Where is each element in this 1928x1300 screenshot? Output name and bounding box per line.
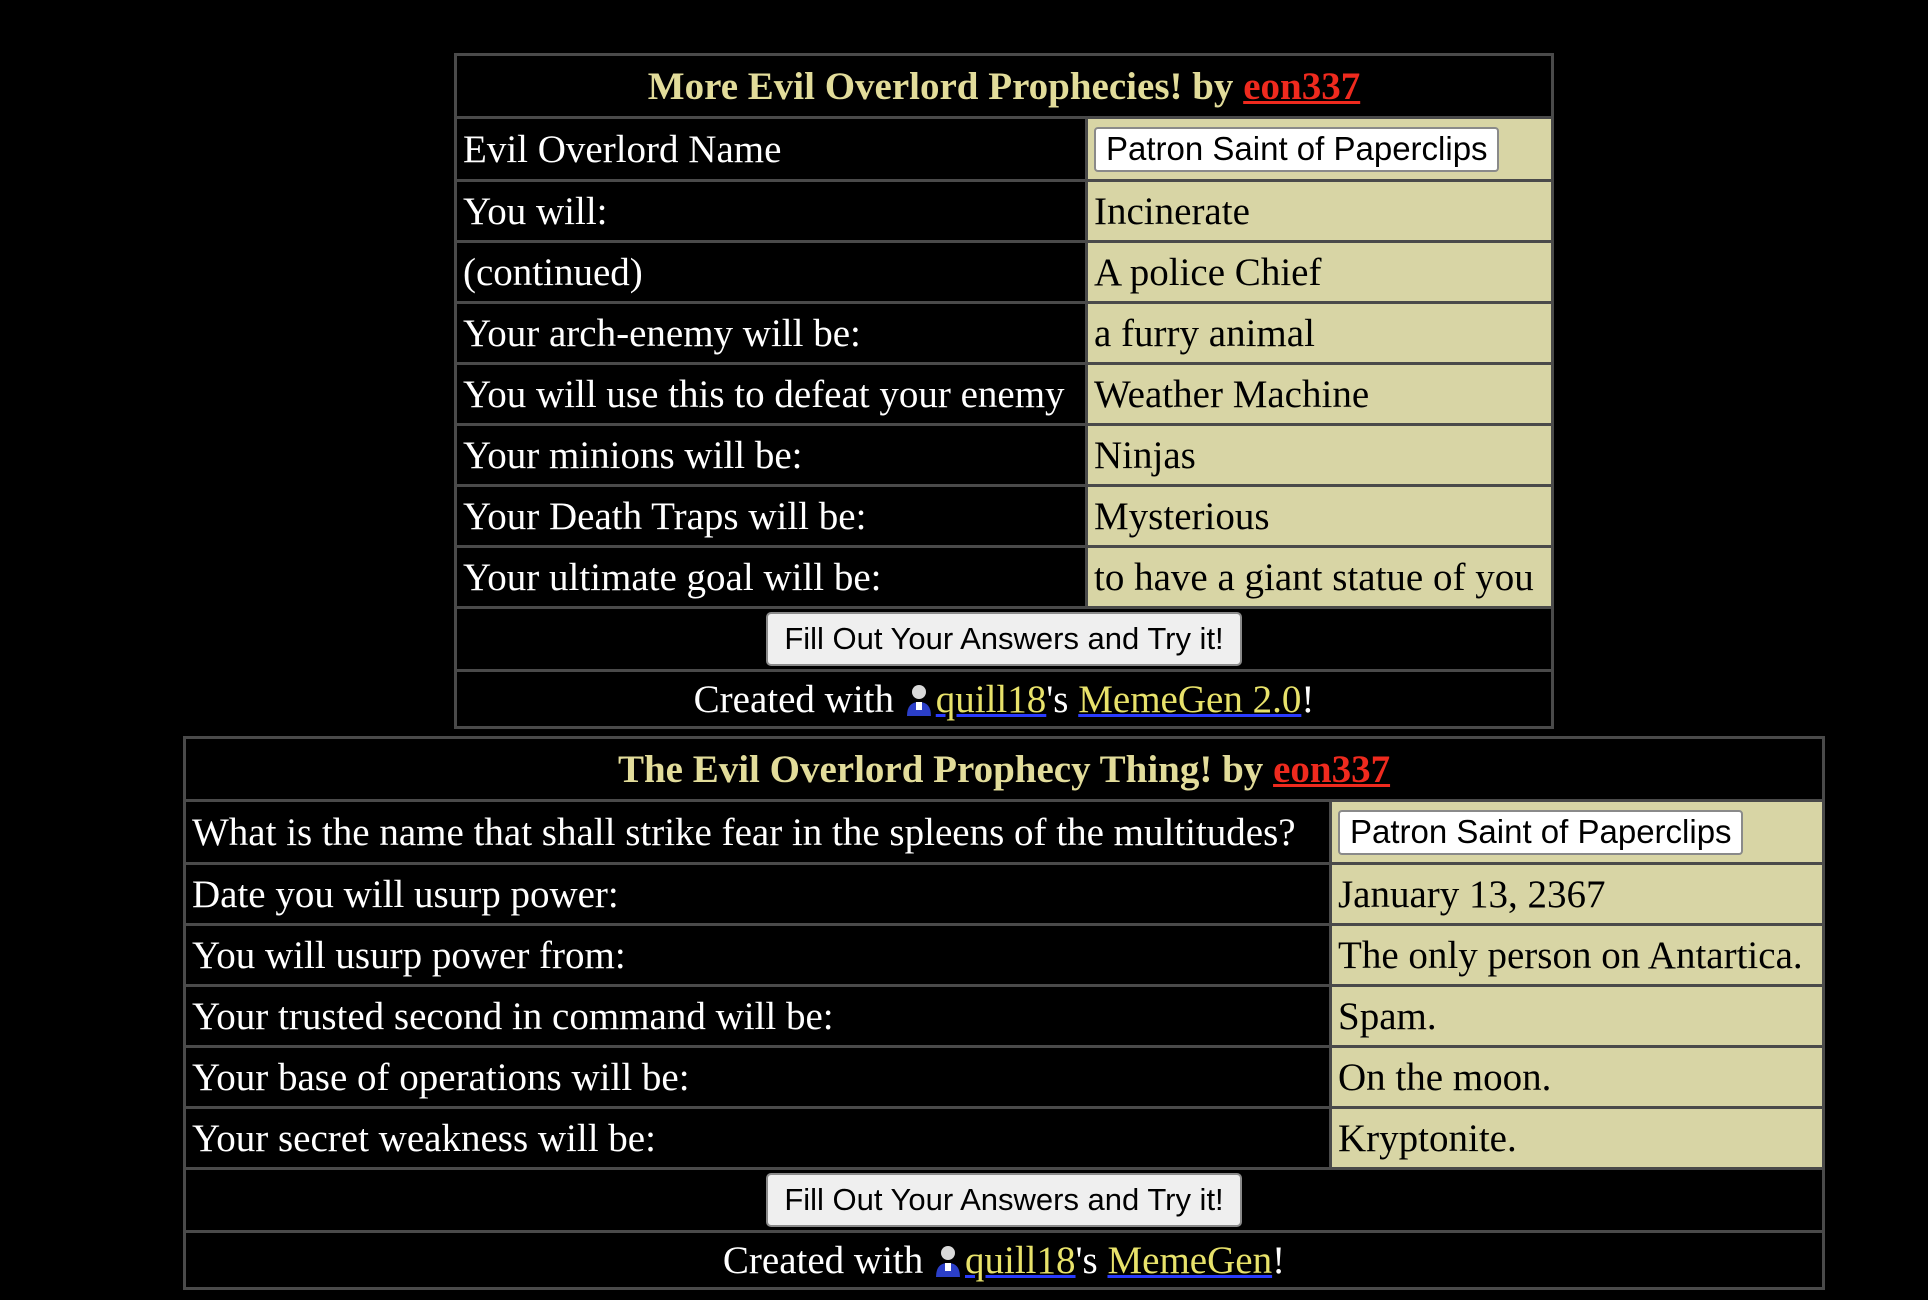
- field-label: Your arch-enemy will be:: [454, 301, 1088, 365]
- field-value: Mysterious: [1085, 484, 1554, 548]
- overlord-name-input[interactable]: [1094, 126, 1499, 172]
- field-label: Your minions will be:: [454, 423, 1088, 487]
- field-value: Weather Machine: [1085, 362, 1554, 426]
- field-value: a furry animal: [1085, 301, 1554, 365]
- field-label: You will use this to defeat your enemy: [454, 362, 1088, 426]
- try-it-button[interactable]: Fill Out Your Answers and Try it!: [766, 612, 1242, 666]
- credit-line: Created with quill18's MemeGen 2.0!: [454, 669, 1554, 729]
- meme-title: The Evil Overlord Prophecy Thing! by eon…: [183, 736, 1825, 802]
- meme-title-text: The Evil Overlord Prophecy Thing! by: [617, 747, 1274, 791]
- field-label: Your ultimate goal will be:: [454, 545, 1088, 609]
- memegen-link[interactable]: MemeGen: [1107, 1239, 1272, 1282]
- field-label: Date you will usurp power:: [183, 862, 1332, 926]
- button-row: Fill Out Your Answers and Try it!: [454, 606, 1554, 672]
- user-link[interactable]: quill18: [965, 1239, 1076, 1282]
- credit-prefix: Created with: [722, 1238, 933, 1282]
- field-label: Your base of operations will be:: [183, 1045, 1332, 1109]
- field-label: You will usurp power from:: [183, 923, 1332, 987]
- credit-line: Created with quill18's MemeGen!: [183, 1230, 1825, 1290]
- field-value: Ninjas: [1085, 423, 1554, 487]
- field-value: to have a giant statue of you: [1085, 545, 1554, 609]
- credit-suffix: !: [1272, 1238, 1286, 1282]
- field-value: On the moon.: [1329, 1045, 1825, 1109]
- field-label: Your secret weakness will be:: [183, 1106, 1332, 1170]
- field-label: Your trusted second in command will be:: [183, 984, 1332, 1048]
- credit-possessive: 's: [1046, 677, 1079, 721]
- meme-table-2: The Evil Overlord Prophecy Thing! by eon…: [183, 736, 1825, 1290]
- field-value: Incinerate: [1085, 179, 1554, 243]
- try-it-button[interactable]: Fill Out Your Answers and Try it!: [766, 1173, 1242, 1227]
- credit-prefix: Created with: [693, 677, 904, 721]
- field-value: Spam.: [1329, 984, 1825, 1048]
- author-link[interactable]: eon337: [1243, 65, 1360, 108]
- credit-suffix: !: [1301, 677, 1315, 721]
- button-row: Fill Out Your Answers and Try it!: [183, 1167, 1825, 1233]
- user-avatar-icon: [904, 682, 934, 716]
- field-value: January 13, 2367: [1329, 862, 1825, 926]
- meme-table-1: More Evil Overlord Prophecies! by eon337…: [454, 53, 1554, 729]
- field-value: The only person on Antartica.: [1329, 923, 1825, 987]
- field-label: What is the name that shall strike fear …: [183, 799, 1332, 865]
- meme-title-text: More Evil Overlord Prophecies! by: [647, 64, 1244, 108]
- credit-possessive: 's: [1075, 1238, 1108, 1282]
- meme-title: More Evil Overlord Prophecies! by eon337: [454, 53, 1554, 119]
- field-label: Your Death Traps will be:: [454, 484, 1088, 548]
- field-label: You will:: [454, 179, 1088, 243]
- author-link[interactable]: eon337: [1273, 748, 1390, 791]
- field-value: [1329, 799, 1825, 865]
- user-avatar-icon: [933, 1243, 963, 1277]
- field-value: [1085, 116, 1554, 182]
- field-label: (continued): [454, 240, 1088, 304]
- field-label: Evil Overlord Name: [454, 116, 1088, 182]
- overlord-name-input[interactable]: [1338, 809, 1743, 855]
- memegen-link[interactable]: MemeGen 2.0: [1078, 678, 1301, 721]
- field-value: A police Chief: [1085, 240, 1554, 304]
- user-link[interactable]: quill18: [936, 678, 1047, 721]
- field-value: Kryptonite.: [1329, 1106, 1825, 1170]
